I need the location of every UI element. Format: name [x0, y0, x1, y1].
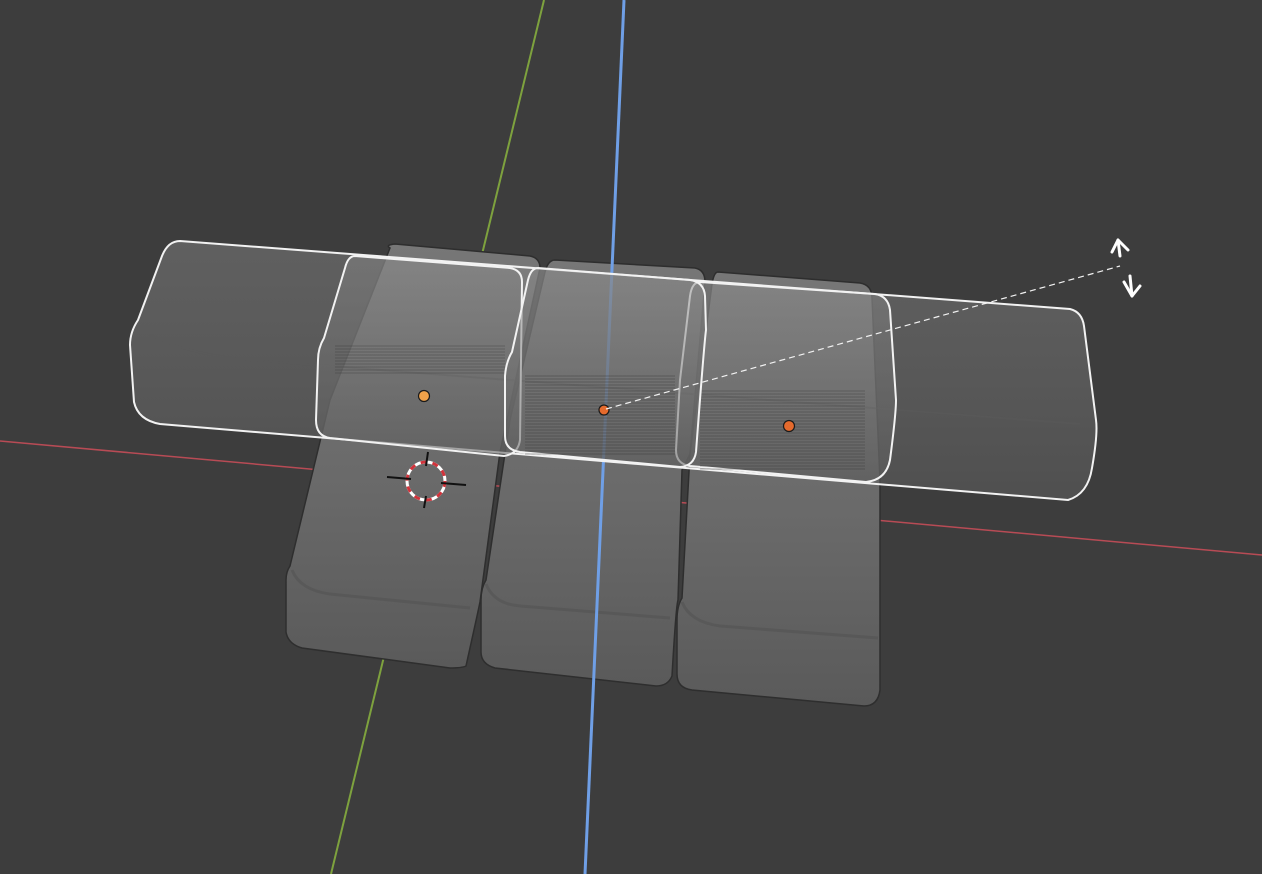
scale-cursor-icon	[1110, 238, 1142, 298]
origin-dot-icon[interactable]	[417, 389, 431, 403]
cube-upper-middle[interactable]	[504, 266, 708, 469]
cube-upper-left[interactable]	[314, 254, 524, 458]
origin-dot-icon[interactable]	[782, 419, 796, 433]
3d-viewport[interactable]	[0, 0, 1262, 874]
origin-dot-icon[interactable]	[598, 404, 610, 416]
cube-upper-right[interactable]	[674, 280, 898, 484]
